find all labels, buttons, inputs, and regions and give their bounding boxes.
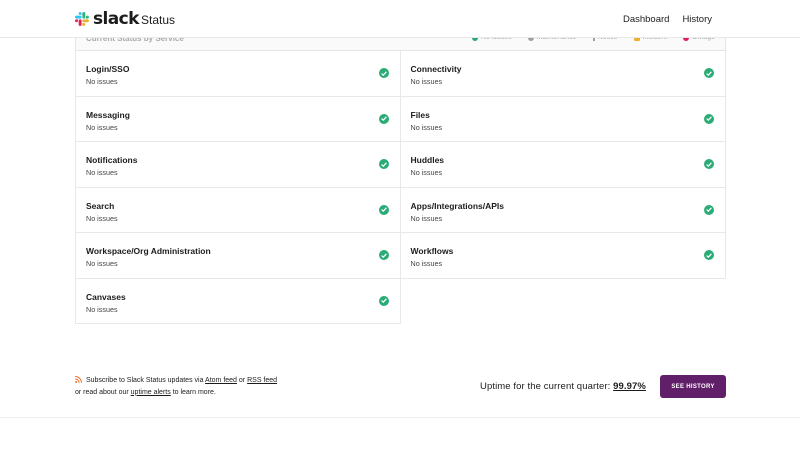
service-name: Login/SSO: [86, 64, 130, 74]
service-status: No issues: [86, 259, 118, 268]
service-search: Search No issues: [75, 187, 401, 233]
slack-logo-icon: [75, 12, 89, 26]
service-status-grid: Current Status by Service No issues Main…: [75, 20, 726, 324]
service-login-sso: Login/SSO No issues: [75, 51, 401, 97]
service-name: Workspace/Org Administration: [86, 246, 211, 256]
uptime-value-link[interactable]: 99.97%: [613, 381, 646, 392]
logo-wordmark: slack: [93, 9, 139, 29]
check-circle-icon: [704, 68, 714, 78]
check-circle-icon: [378, 250, 389, 260]
service-notifications: Notifications No issues: [75, 142, 401, 188]
subscribe-info: Subscribe to Slack Status updates via At…: [75, 375, 277, 398]
check-circle-icon: [704, 204, 714, 215]
service-workflows: Workflows No issues: [400, 233, 726, 279]
site-header: slack Status Dashboard History: [0, 0, 800, 38]
service-name: Canvases: [86, 291, 126, 302]
service-canvases: Canvases No issues: [75, 278, 401, 324]
footer-divider: [0, 417, 800, 418]
atom-feed-link[interactable]: Atom feed: [205, 377, 237, 384]
service-status: No issues: [86, 213, 118, 223]
line2-suffix: to learn more.: [172, 388, 216, 396]
check-circle-icon: [378, 113, 389, 124]
service-status: No issues: [410, 259, 443, 268]
service-name: Apps/Integrations/APIs: [410, 200, 505, 211]
service-name: Messaging: [86, 109, 130, 120]
service-status: No issues: [410, 213, 443, 223]
check-circle-icon: [704, 159, 714, 169]
service-columns: Login/SSO No issues Messaging No issues …: [75, 51, 726, 324]
service-name: Files: [410, 109, 430, 120]
check-circle-icon: [378, 159, 389, 169]
slack-logo[interactable]: slack: [75, 10, 139, 28]
see-history-button[interactable]: SEE HISTORY: [660, 375, 726, 398]
top-nav: Dashboard History: [623, 14, 712, 25]
uptime-alerts-link[interactable]: uptime alerts: [131, 389, 171, 396]
service-name: Notifications: [86, 155, 138, 165]
nav-history-link[interactable]: History: [682, 14, 712, 25]
check-circle-icon: [704, 113, 714, 124]
check-circle-icon: [704, 250, 714, 260]
rss-icon: [75, 375, 82, 383]
service-column-right: Connectivity No issues Files No issues H…: [400, 51, 726, 324]
service-status: No issues: [86, 304, 118, 314]
check-circle-icon: [378, 68, 389, 78]
service-status: No issues: [410, 77, 443, 86]
service-name: Workflows: [410, 246, 454, 256]
service-status: No issues: [86, 122, 118, 132]
service-status: No issues: [86, 77, 118, 86]
service-apps-integrations-apis: Apps/Integrations/APIs No issues: [400, 187, 726, 233]
rss-feed-link[interactable]: RSS feed: [247, 377, 277, 384]
service-column-left: Login/SSO No issues Messaging No issues …: [75, 51, 401, 324]
check-circle-icon: [378, 295, 389, 306]
uptime-summary: Uptime for the current quarter: 99.97%: [480, 381, 646, 392]
service-files: Files No issues: [400, 96, 726, 142]
service-status: No issues: [86, 168, 118, 177]
service-huddles: Huddles No issues: [400, 142, 726, 188]
service-messaging: Messaging No issues: [75, 96, 401, 142]
service-name: Search: [86, 200, 115, 211]
service-connectivity: Connectivity No issues: [400, 51, 726, 97]
nav-dashboard-link[interactable]: Dashboard: [623, 14, 669, 25]
service-status: No issues: [410, 122, 443, 132]
service-name: Huddles: [410, 155, 445, 165]
check-circle-icon: [378, 204, 389, 215]
subscribe-prefix: Subscribe to Slack Status updates via: [85, 377, 204, 384]
subscribe-line-2: or read about our uptime alerts to learn…: [75, 387, 277, 399]
service-name: Connectivity: [410, 64, 462, 74]
subscribe-line-1: Subscribe to Slack Status updates via At…: [75, 375, 277, 387]
uptime-label: Uptime for the current quarter:: [480, 381, 611, 392]
subscribe-or: or: [238, 377, 246, 384]
service-workspace-org-admin: Workspace/Org Administration No issues: [75, 233, 401, 279]
page-title: Status: [141, 13, 176, 27]
service-status: No issues: [410, 168, 443, 177]
line2-prefix: or read about our: [75, 388, 129, 396]
